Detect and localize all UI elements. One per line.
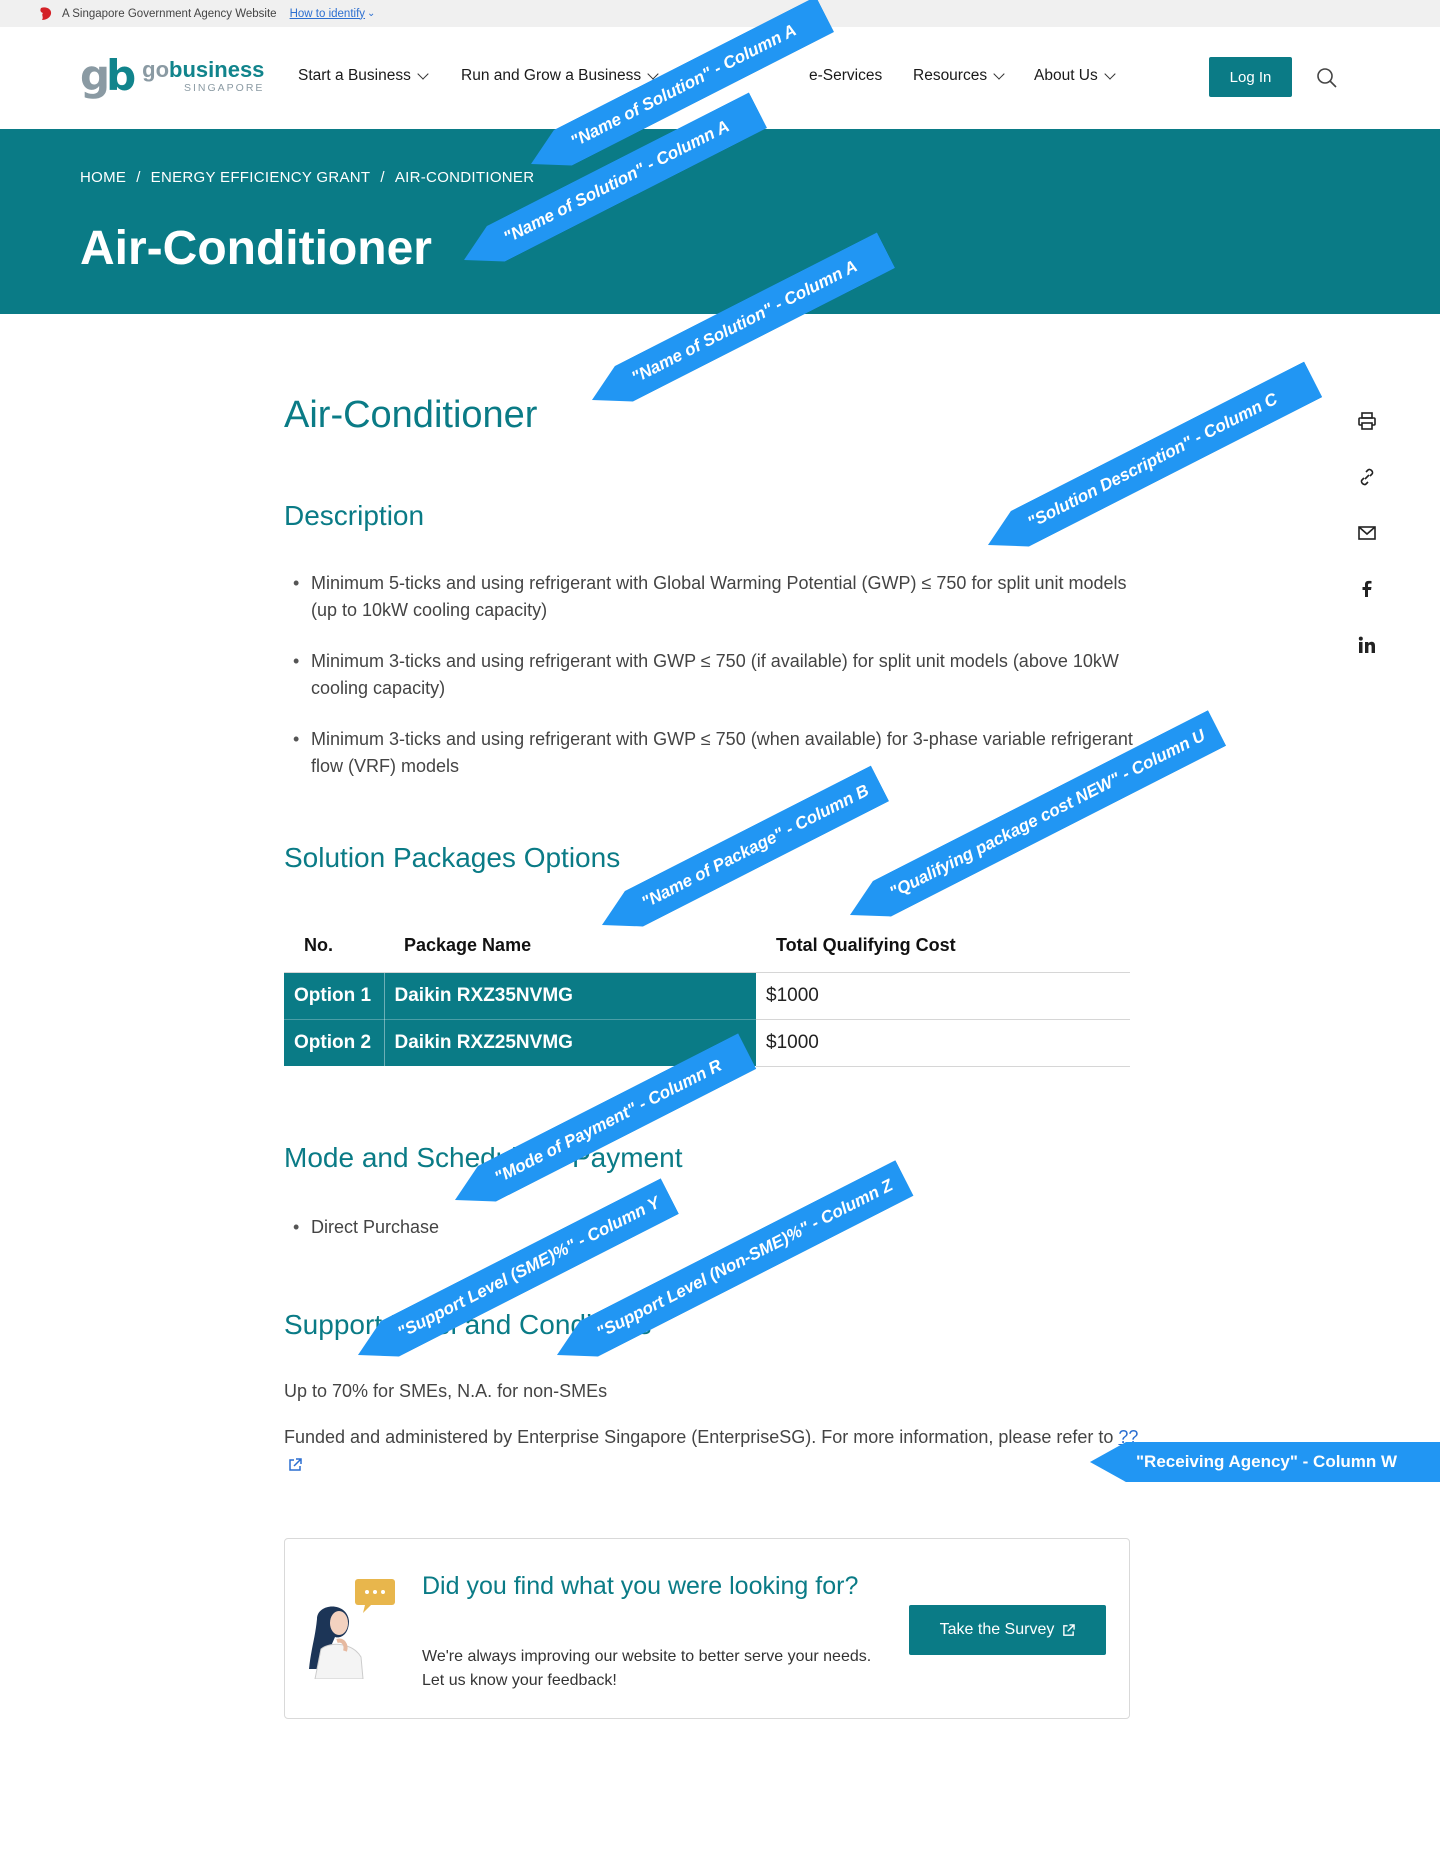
logo-wordmark: gobusiness SINGAPORE xyxy=(142,56,265,94)
nav-run-and-grow[interactable]: Run and Grow a Business xyxy=(461,67,659,85)
mail-icon[interactable] xyxy=(1356,522,1378,544)
breadcrumb-separator: / xyxy=(136,169,141,186)
table-header-row: No. Package Name Total Qualifying Cost xyxy=(284,920,1130,973)
package-cost: $1000 xyxy=(756,1019,1130,1067)
package-cost: $1000 xyxy=(756,972,1130,1020)
support-level-text: Up to 70% for SMEs, N.A. for non-SMEs xyxy=(284,1381,608,1401)
page-hero: HOME / ENERGY EFFICIENCY GRANT / AIR-CON… xyxy=(0,129,1440,314)
linkedin-icon[interactable] xyxy=(1356,634,1378,656)
breadcrumb-energy-efficiency-grant[interactable]: ENERGY EFFICIENCY GRANT xyxy=(151,169,371,186)
breadcrumb-home[interactable]: HOME xyxy=(80,169,126,186)
breadcrumb: HOME / ENERGY EFFICIENCY GRANT / AIR-CON… xyxy=(80,169,534,186)
singapore-lion-icon xyxy=(40,6,52,20)
survey-illustration xyxy=(309,1579,395,1679)
table-row: Option 1 Daikin RXZ35NVMG $1000 xyxy=(284,972,1130,1020)
packages-table: No. Package Name Total Qualifying Cost O… xyxy=(284,920,1130,1067)
chevron-down-icon[interactable]: ⌄ xyxy=(367,8,375,19)
how-to-identify-link[interactable]: How to identify xyxy=(290,8,365,20)
package-name: Daikin RXZ35NVMG xyxy=(384,972,756,1020)
callout-arrow: "Support Level (SME)%" - Column Y xyxy=(349,1178,679,1373)
column-header-package-name: Package Name xyxy=(384,920,756,973)
nav-start-a-business[interactable]: Start a Business xyxy=(298,67,429,85)
breadcrumb-current: AIR-CONDITIONER xyxy=(394,169,535,186)
link-icon[interactable] xyxy=(1356,466,1378,488)
list-item: Minimum 3-ticks and using refrigerant wi… xyxy=(284,726,1144,780)
take-survey-button[interactable]: Take the Survey xyxy=(909,1605,1106,1655)
chevron-down-icon xyxy=(417,67,429,80)
chevron-down-icon xyxy=(993,67,1005,80)
page-title: Air-Conditioner xyxy=(284,394,538,436)
chevron-down-icon xyxy=(1104,67,1116,80)
list-item: Minimum 3-ticks and using refrigerant wi… xyxy=(284,648,1144,702)
logo-mark: gb xyxy=(80,51,136,100)
option-number: Option 1 xyxy=(284,972,385,1020)
gov-banner: A Singapore Government Agency Website Ho… xyxy=(0,0,1440,27)
search-icon[interactable] xyxy=(1316,67,1338,89)
funding-text: Funded and administered by Enterprise Si… xyxy=(284,1423,1144,1479)
packages-heading: Solution Packages Options xyxy=(284,842,621,873)
external-link-icon xyxy=(1063,1623,1076,1636)
survey-title: Did you find what you were looking for? xyxy=(422,1572,859,1600)
external-link-icon[interactable] xyxy=(288,1458,302,1472)
list-item: Minimum 5-ticks and using refrigerant wi… xyxy=(284,570,1144,624)
survey-subtitle: We're always improving our website to be… xyxy=(422,1648,872,1689)
nav-about-us[interactable]: About Us xyxy=(1034,67,1116,85)
column-header-no: No. xyxy=(284,920,384,973)
callout-arrow: "Solution Description" - Column C xyxy=(979,361,1322,562)
callout-arrow: "Receiving Agency" - Column W xyxy=(1090,1442,1440,1482)
option-number: Option 2 xyxy=(284,1019,385,1067)
login-button[interactable]: Log In xyxy=(1209,57,1292,97)
nav-resources[interactable]: Resources xyxy=(913,67,1005,85)
description-list: Minimum 5-ticks and using refrigerant wi… xyxy=(284,570,1144,804)
hero-title: Air-Conditioner xyxy=(80,222,432,275)
facebook-icon[interactable] xyxy=(1356,578,1378,600)
gobusiness-logo[interactable]: gb gobusiness SINGAPORE xyxy=(80,55,264,97)
description-heading: Description xyxy=(284,500,425,531)
breadcrumb-separator: / xyxy=(380,169,385,186)
nav-e-services[interactable]: e-Services xyxy=(809,67,882,85)
gov-banner-text: A Singapore Government Agency Website xyxy=(62,7,277,20)
feedback-survey-card: Did you find what you were looking for? … xyxy=(284,1538,1130,1719)
list-item: Direct Purchase xyxy=(284,1214,1144,1241)
column-header-cost: Total Qualifying Cost xyxy=(756,920,1130,973)
print-icon[interactable] xyxy=(1356,410,1378,432)
callout-arrow: "Support Level (Non-SME)%" - Column Z xyxy=(548,1160,914,1373)
